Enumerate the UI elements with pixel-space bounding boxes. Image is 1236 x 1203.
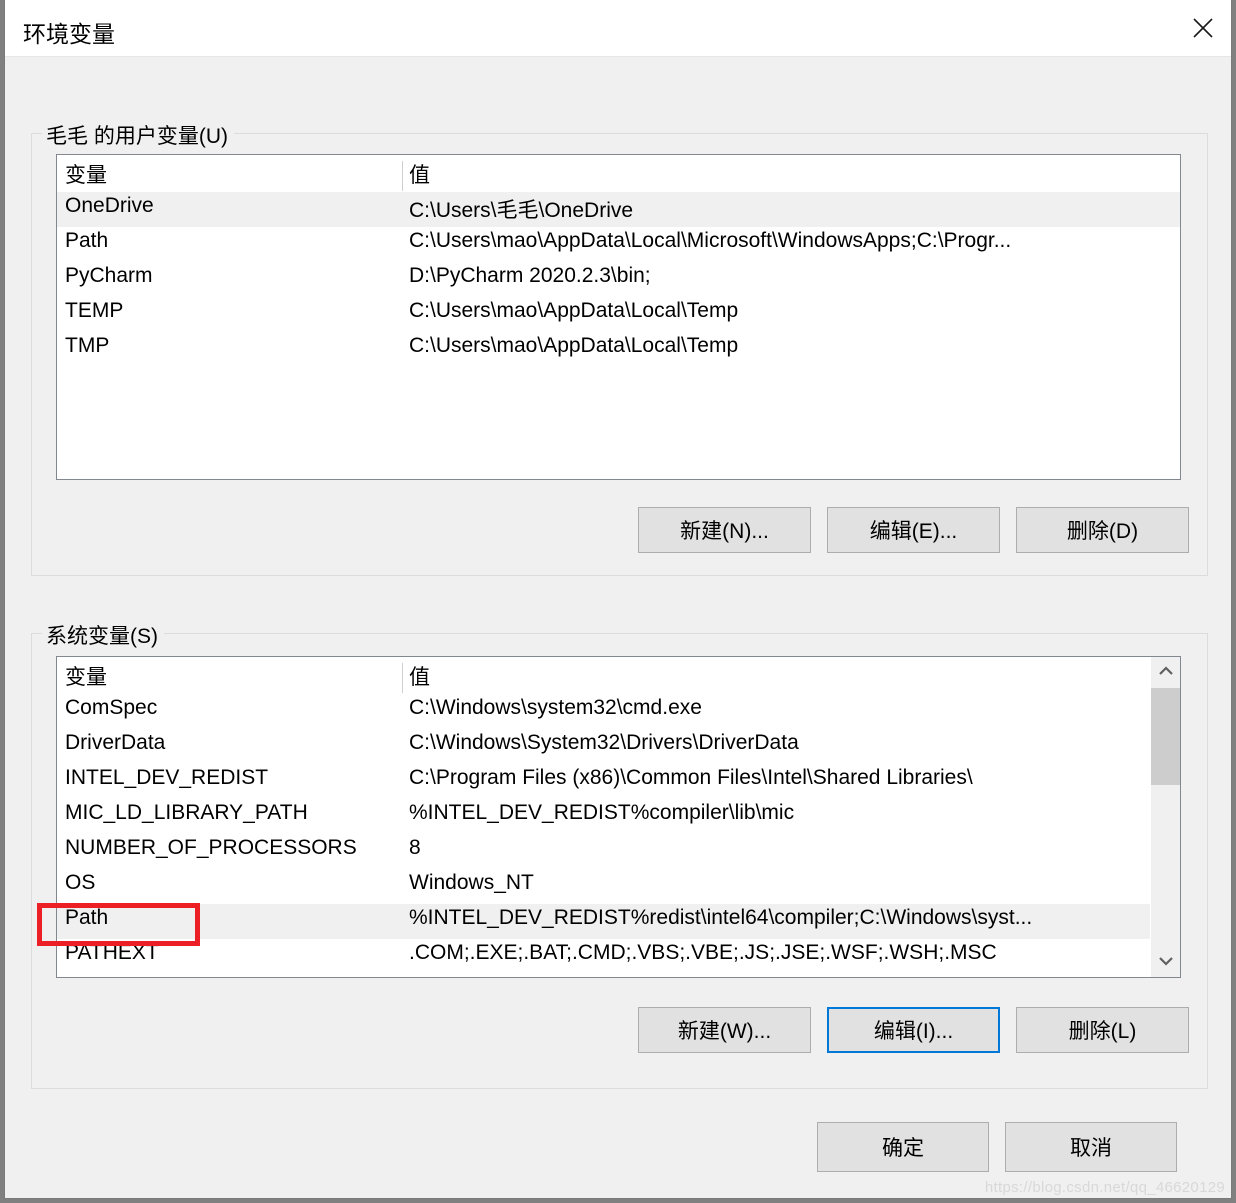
table-row[interactable]: MIC_LD_LIBRARY_PATH %INTEL_DEV_REDIST%com… [57,799,1180,834]
table-row[interactable]: PATHEXT .COM;.EXE;.BAT;.CMD;.VBS;.VBE;.JS… [57,939,1180,974]
table-row[interactable]: Path %INTEL_DEV_REDIST%redist\intel64\com… [57,904,1180,939]
table-row[interactable]: NUMBER_OF_PROCESSORS 8 [57,834,1180,869]
dialog-title: 环境变量 [23,21,115,47]
system-list-body: ComSpec C:\Windows\system32\cmd.exe Driver… [57,694,1180,974]
system-column-header-name[interactable]: 变量 [65,661,107,691]
user-variables-legend: 毛毛 的用户变量(U) [42,120,234,150]
user-variable-row-value: C:\Users\mao\AppData\Local\Microsoft\Win… [409,229,1012,252]
environment-variables-dialog: 环境变量 毛毛 的用户变量(U) 变量 值 OneDrive C:\Users\毛… [4,0,1232,1199]
table-row[interactable]: OS Windows_NT [57,869,1180,904]
user-variables-list[interactable]: 变量 值 OneDrive C:\Users\毛毛\OneDrive Path C:\… [56,154,1181,480]
system-variable-row-value: C:\Windows\System32\Drivers\DriverData [409,731,799,754]
table-row[interactable]: INTEL_DEV_REDIST C:\Program Files (x86)\C… [57,764,1180,799]
user-variable-row-name: OneDrive [65,194,154,217]
user-column-header-value[interactable]: 值 [409,159,430,189]
user-variable-row-name: Path [65,229,109,252]
user-new-button[interactable]: 新建(N)... [638,507,811,553]
close-icon [1192,17,1214,39]
table-row[interactable]: DriverData C:\Windows\System32\Drivers\Dr… [57,729,1180,764]
title-bar: 环境变量 [5,0,1231,57]
system-variable-row-value: C:\Program Files (x86)\Common Files\Inte… [409,766,973,789]
column-separator [402,161,403,191]
system-variable-row-value: Windows_NT [409,871,534,894]
system-variable-row-name: MIC_LD_LIBRARY_PATH [65,801,308,824]
user-delete-button[interactable]: 删除(D) [1016,507,1189,553]
system-variables-list[interactable]: 变量 值 ComSpec C:\Windows\system32\cmd.exe D… [56,656,1181,978]
system-list-header: 变量 值 [57,657,1180,694]
system-variable-row-name: NUMBER_OF_PROCESSORS [65,836,357,859]
user-variable-row-name: PyCharm [65,264,153,287]
system-variable-row-value: %INTEL_DEV_REDIST%redist\intel64\compile… [409,906,1033,929]
column-separator [402,663,403,693]
system-variable-row-name: ComSpec [65,696,158,719]
user-list-header: 变量 值 [57,155,1180,192]
system-variable-row-value: %INTEL_DEV_REDIST%compiler\lib\mic [409,801,795,824]
system-variable-row-value: C:\Windows\system32\cmd.exe [409,696,702,719]
system-delete-button[interactable]: 删除(L) [1016,1007,1189,1053]
user-variable-row-value: C:\Users\毛毛\OneDrive [409,199,634,222]
system-list-scrollbar[interactable] [1150,657,1180,977]
system-variable-row-name: DriverData [65,731,166,754]
system-variable-row-name: OS [65,871,96,894]
system-variable-row-name: Path [65,906,109,929]
system-column-header-value[interactable]: 值 [409,661,430,691]
watermark: https://blog.csdn.net/qq_46620129 [984,1179,1225,1196]
user-column-header-name[interactable]: 变量 [65,159,107,189]
user-variable-row-name: TEMP [65,299,124,322]
close-button[interactable] [1175,0,1231,55]
user-variable-row-value: D:\PyCharm 2020.2.3\bin; [409,264,651,287]
table-row[interactable]: ComSpec C:\Windows\system32\cmd.exe [57,694,1180,729]
table-row[interactable]: TMP C:\Users\mao\AppData\Local\Temp [57,332,1180,367]
cancel-button[interactable]: 取消 [1005,1122,1177,1172]
chevron-up-icon [1158,663,1174,681]
user-list-body: OneDrive C:\Users\毛毛\OneDrive Path C:\Users… [57,192,1180,367]
system-variables-legend: 系统变量(S) [42,620,164,650]
table-row[interactable]: Path C:\Users\mao\AppData\Local\Microsoft… [57,227,1180,262]
ok-button[interactable]: 确定 [817,1122,989,1172]
system-variable-row-value: .COM;.EXE;.BAT;.CMD;.VBS;.VBE;.JS;.JSE;.… [409,941,997,964]
user-variable-row-value: C:\Users\mao\AppData\Local\Temp [409,299,739,322]
table-row[interactable]: OneDrive C:\Users\毛毛\OneDrive [57,192,1180,227]
user-edit-button[interactable]: 编辑(E)... [827,507,1000,553]
scroll-down-button[interactable] [1151,947,1180,977]
user-variable-row-value: C:\Users\mao\AppData\Local\Temp [409,334,739,357]
scroll-thumb[interactable] [1151,688,1180,785]
system-variable-row-name: PATHEXT [65,941,159,964]
system-variable-row-name: INTEL_DEV_REDIST [65,766,269,789]
system-variable-row-value: 8 [409,836,421,859]
chevron-down-icon [1158,953,1174,971]
system-edit-button[interactable]: 编辑(I)... [827,1007,1000,1053]
scroll-up-button[interactable] [1151,657,1180,687]
system-new-button[interactable]: 新建(W)... [638,1007,811,1053]
table-row[interactable]: TEMP C:\Users\mao\AppData\Local\Temp [57,297,1180,332]
table-row[interactable]: PyCharm D:\PyCharm 2020.2.3\bin; [57,262,1180,297]
user-variable-row-name: TMP [65,334,110,357]
